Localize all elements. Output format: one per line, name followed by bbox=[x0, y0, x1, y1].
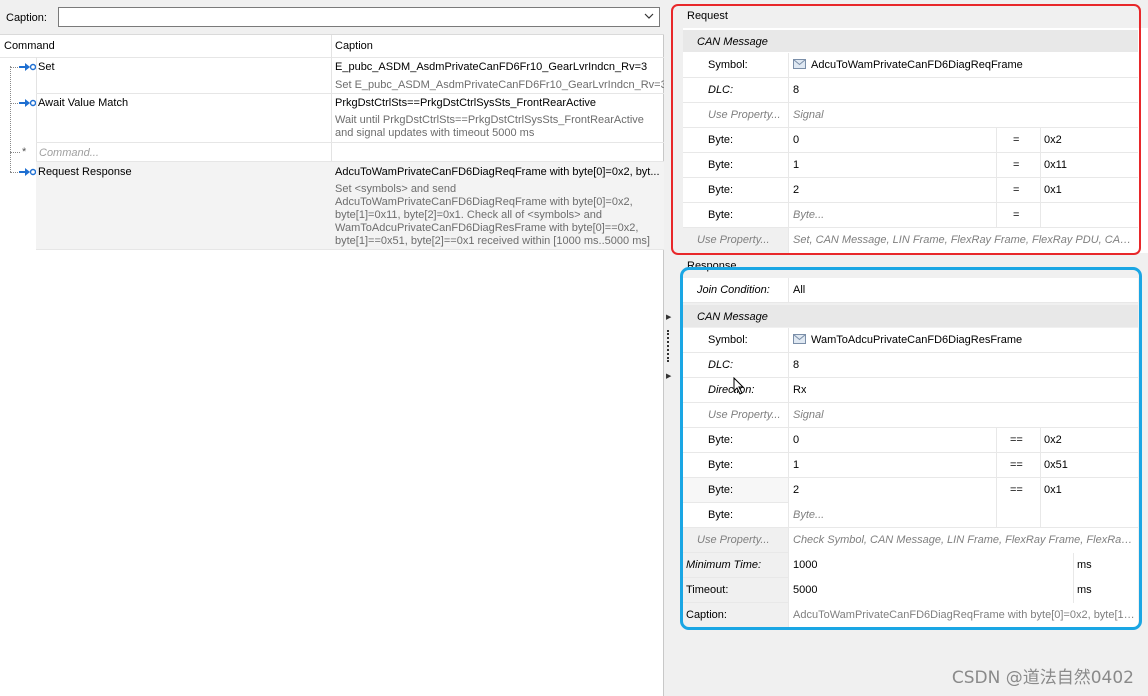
app-window: { "left": { "caption_label": "Caption:",… bbox=[0, 0, 1148, 696]
caption-label: Caption: bbox=[6, 12, 47, 24]
watermark: CSDN @道法自然0402 bbox=[951, 668, 1134, 688]
collapse-left-arrow-icon[interactable]: ▶ bbox=[666, 372, 671, 380]
command-caption: E_pubc_ASDM_AsdmPrivateCanFD6Fr10_GearLv… bbox=[335, 61, 648, 73]
command-editor-pane: Caption: Command Caption Set E_pubc_ASDM… bbox=[0, 0, 667, 696]
command-name: Request Response bbox=[38, 166, 132, 178]
command-name: Set bbox=[38, 61, 55, 73]
response-highlight-box bbox=[680, 267, 1142, 630]
command-caption: PrkgDstCtrlSts==PrkgDstCtrlSysSts_FrontR… bbox=[335, 97, 597, 109]
collapse-right-arrow-icon[interactable]: ▶ bbox=[666, 313, 671, 321]
column-header-command[interactable]: Command bbox=[0, 39, 331, 56]
splitter-grip-icon[interactable] bbox=[667, 330, 669, 362]
command-arrow-icon bbox=[19, 63, 36, 71]
column-header-caption[interactable]: Caption bbox=[331, 39, 664, 56]
command-caption: AdcuToWamPrivateCanFD6DiagReqFrame with … bbox=[335, 166, 660, 178]
command-name: Await Value Match bbox=[38, 97, 129, 109]
mouse-cursor-icon bbox=[733, 377, 745, 395]
new-row-star-icon: * bbox=[22, 146, 27, 158]
command-description: Set <symbols> and send AdcuToWamPrivateC… bbox=[335, 183, 650, 247]
command-arrow-icon bbox=[19, 168, 36, 176]
chevron-down-icon[interactable] bbox=[644, 11, 654, 21]
caption-combobox[interactable] bbox=[58, 7, 660, 27]
command-description: Set E_pubc_ASDM_AsdmPrivateCanFD6Fr10_Ge… bbox=[335, 79, 667, 91]
command-description: Wait until PrkgDstCtrlSts==PrkgDstCtrlSy… bbox=[335, 114, 644, 139]
request-highlight-box bbox=[671, 4, 1141, 255]
command-placeholder[interactable]: Command... bbox=[39, 147, 99, 159]
command-arrow-icon bbox=[19, 99, 36, 107]
caption-toolbar: Caption: bbox=[0, 0, 664, 35]
